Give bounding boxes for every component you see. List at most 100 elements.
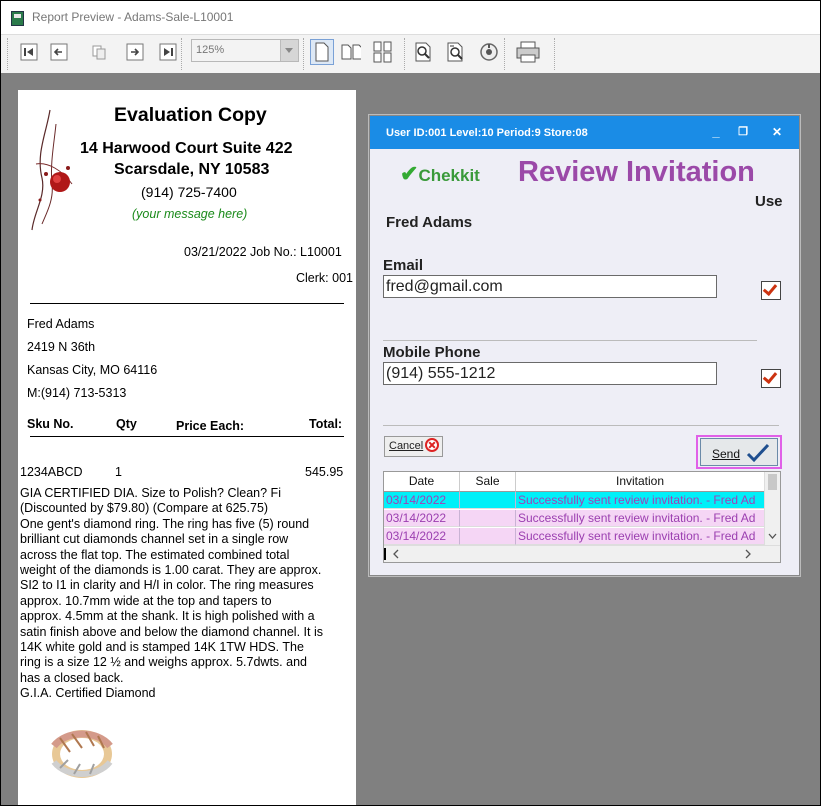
toolbar-separator	[404, 38, 408, 70]
description-line: One gent's diamond ring. The ring has fi…	[20, 516, 310, 531]
single-page-icon[interactable]	[310, 39, 334, 65]
report-preview-window: Report Preview - Adams-Sale-L10001 125%	[1, 1, 820, 805]
email-label: Email	[383, 257, 424, 274]
cell-date: 03/14/2022	[384, 510, 460, 527]
description-line: across the flat top. The estimated combi…	[20, 547, 290, 562]
description-line: SI2 to I1 in clarity and H/I in color. T…	[20, 578, 314, 593]
last-page-icon[interactable]	[158, 42, 178, 62]
phone-use-checkbox[interactable]	[761, 369, 781, 388]
chekkit-logo: ✔Chekkit	[400, 161, 480, 187]
toolbar: 125%	[1, 34, 820, 74]
report-page: Evaluation Copy 14 Harwood Court Suite 4…	[18, 90, 356, 805]
check-icon: ✔	[400, 161, 419, 186]
store-phone: (914) 725-7400	[141, 184, 237, 200]
title-bar: Report Preview - Adams-Sale-L10001	[1, 1, 820, 34]
toolbar-separator	[554, 38, 558, 70]
toolbar-grip	[7, 38, 11, 70]
minimize-icon[interactable]: _	[707, 123, 725, 141]
cell-invitation: Successfully sent review invitation. - F…	[516, 492, 765, 509]
date-job-number: 03/21/2022 Job No.: L10001	[184, 245, 342, 259]
restore-icon[interactable]: ❐	[734, 123, 752, 141]
description-line: G.I.A. Certified Diamond	[20, 686, 156, 701]
close-icon[interactable]: ✕	[768, 123, 786, 141]
description-line: 14K white gold and is stamped 14K 1TW HD…	[20, 640, 304, 655]
toolbar-separator	[181, 38, 185, 70]
vertical-scrollbar[interactable]	[764, 472, 780, 545]
use-label: Use	[755, 193, 783, 210]
cell-sale	[460, 510, 516, 527]
send-label: Send	[712, 447, 741, 461]
window-title: Report Preview - Adams-Sale-L10001	[32, 10, 234, 24]
description-line: weight of the diamonds is 1.00 carat. Th…	[20, 563, 322, 578]
ring-image	[51, 730, 113, 778]
line-total: 545.95	[305, 465, 344, 479]
cell-invitation: Successfully sent review invitation. - F…	[516, 510, 765, 527]
copy-icon[interactable]	[89, 42, 109, 62]
brand-name: Chekkit	[418, 166, 480, 185]
email-use-checkbox[interactable]	[761, 281, 781, 300]
column-sku: Sku No.	[27, 417, 74, 431]
report-header-title: Evaluation Copy	[114, 104, 267, 126]
grid-header-date[interactable]: Date	[384, 472, 460, 492]
review-invitation-dialog: User ID:001 Level:10 Period:9 Store:08 _…	[369, 115, 800, 576]
first-page-icon[interactable]	[19, 42, 39, 62]
divider	[383, 425, 779, 426]
app-icon	[11, 11, 24, 26]
description-line: brilliant cut diamonds channel set in a …	[20, 532, 289, 547]
grid-header-sale[interactable]: Sale	[460, 472, 516, 492]
column-price: Price Each:	[176, 419, 245, 433]
customer-name-label: Fred Adams	[386, 214, 473, 231]
description-line: ring is a size 12 ½ and weighs approx. 5…	[20, 655, 307, 670]
multi-page-icon[interactable]	[373, 41, 393, 63]
description-line: (Discounted by $79.80) (Compare at 625.7…	[20, 501, 269, 516]
zoom-out-icon[interactable]	[446, 42, 466, 62]
cell-sale	[460, 492, 516, 509]
zoom-in-icon[interactable]	[414, 42, 434, 62]
cell-date: 03/14/2022	[384, 528, 460, 545]
checkmark-icon	[746, 443, 770, 463]
email-field[interactable]: fred@gmail.com	[383, 275, 717, 298]
zoom-value: 125%	[196, 44, 225, 56]
store-message: (your message here)	[132, 207, 248, 221]
customer-mobile: M:(914) 713-5313	[27, 386, 127, 400]
two-page-icon[interactable]	[341, 42, 361, 62]
store-address-line2: Scarsdale, NY 10583	[114, 161, 270, 178]
invitation-history-grid[interactable]: Date Sale Invitation 03/14/2022 Successf…	[383, 471, 781, 563]
customer-street: 2419 N 36th	[27, 340, 96, 354]
divider	[30, 303, 344, 304]
grid-header-invitation[interactable]: Invitation	[516, 472, 765, 492]
line-sku: 1234ABCD	[20, 465, 83, 479]
record-icon[interactable]	[479, 42, 499, 62]
horizontal-scrollbar[interactable]	[384, 545, 780, 562]
cell-invitation: Successfully sent review invitation. - F…	[516, 528, 765, 545]
description-line: GIA CERTIFIED DIA. Size to Polish? Clean…	[20, 486, 281, 500]
print-icon[interactable]	[515, 41, 541, 63]
toolbar-separator	[504, 38, 508, 70]
next-page-icon[interactable]	[125, 42, 145, 62]
customer-city: Kansas City, MO 64116	[27, 363, 158, 377]
prev-page-icon[interactable]	[49, 42, 69, 62]
clerk-number: Clerk: 001	[296, 271, 353, 285]
item-description: GIA CERTIFIED DIA. Size to Polish? Clean…	[20, 486, 350, 702]
description-line: satin finish above and below the diamond…	[20, 624, 323, 639]
dialog-heading: Review Invitation	[518, 156, 755, 188]
zoom-select[interactable]: 125%	[191, 39, 299, 62]
mobile-phone-field[interactable]: (914) 555-1212	[383, 362, 717, 385]
description-line: approx. 10.7mm wide at the top and taper…	[20, 593, 272, 608]
cell-sale	[460, 528, 516, 545]
chevron-down-icon[interactable]	[280, 40, 298, 61]
dialog-title-bar: User ID:001 Level:10 Period:9 Store:08 _…	[370, 116, 799, 149]
customer-name: Fred Adams	[27, 317, 95, 331]
line-qty: 1	[115, 465, 122, 479]
description-line: has a closed back.	[20, 670, 124, 685]
store-logo	[31, 109, 73, 231]
mobile-phone-label: Mobile Phone	[383, 344, 481, 361]
store-address-line1: 14 Harwood Court Suite 422	[80, 140, 293, 157]
cancel-icon	[425, 438, 439, 452]
cancel-button[interactable]: Cancel	[384, 436, 443, 457]
cancel-label: Cancel	[389, 440, 424, 452]
send-button[interactable]: Send	[700, 438, 778, 466]
column-total: Total:	[309, 417, 343, 431]
report-canvas: Evaluation Copy 14 Harwood Court Suite 4…	[1, 73, 820, 805]
description-line: approx. 4.5mm at the shank. It is high p…	[20, 609, 315, 624]
